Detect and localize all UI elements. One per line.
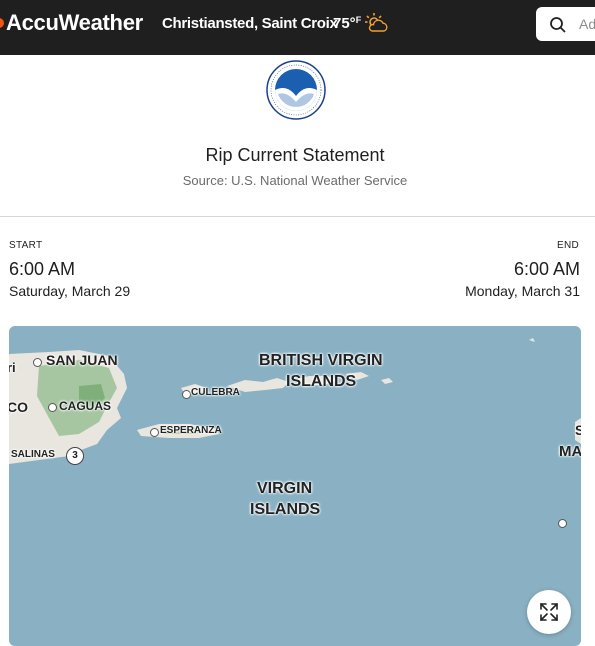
- map-label-edge-left: CO: [9, 399, 28, 415]
- map-label-esperanza: ESPERANZA: [160, 425, 222, 436]
- current-temperature[interactable]: 75°F: [333, 15, 361, 32]
- map-label-bvi-line1: BRITISH VIRGIN: [259, 352, 383, 369]
- start-label: START: [9, 240, 43, 251]
- map-label-culebra: CULEBRA: [191, 387, 240, 398]
- map-marker-culebra: [182, 390, 191, 399]
- map-marker-caguas: [48, 403, 57, 412]
- alert-map[interactable]: ri SAN JUAN CO CAGUAS SALINAS 3 CULEBRA …: [9, 326, 581, 646]
- accuweather-logo-icon[interactable]: [0, 18, 4, 28]
- start-time: 6:00 AM: [9, 259, 76, 279]
- top-navigation-bar: AccuWeather Christiansted, Saint Croix 7…: [0, 0, 595, 55]
- end-time: 6:00 AM: [513, 259, 580, 279]
- alert-title: Rip Current Statement: [205, 145, 385, 165]
- expand-map-button[interactable]: [527, 590, 571, 634]
- map-label-caguas: CAGUAS: [59, 399, 112, 413]
- map-marker-esperanza: [150, 428, 159, 437]
- alert-source: Source: U.S. National Weather Service: [182, 173, 408, 188]
- noaa-logo: [266, 60, 326, 120]
- map-label-edge-right-top: S: [575, 422, 581, 438]
- map-label-san-juan: SAN JUAN: [46, 352, 118, 368]
- map-label-salinas: SALINAS: [11, 449, 55, 460]
- map-marker-island: [558, 519, 567, 528]
- brand-logo-text[interactable]: AccuWeather: [6, 10, 143, 36]
- map-label-edge-right: MA: [559, 443, 581, 460]
- search-icon: [550, 17, 566, 33]
- map-label-bvi-line2: ISLANDS: [286, 373, 357, 390]
- map-marker-san-juan: [33, 358, 42, 367]
- map-label-edge-left-top: ri: [9, 360, 16, 375]
- end-date: Monday, March 31: [465, 283, 580, 299]
- end-label: END: [556, 240, 579, 251]
- search-input[interactable]: Ad: [579, 16, 595, 32]
- map-label-vi-line1: VIRGIN: [257, 480, 313, 497]
- current-location[interactable]: Christiansted, Saint Croix: [162, 15, 338, 32]
- expand-icon: [540, 603, 558, 621]
- route-marker: 3: [66, 447, 84, 465]
- search-box[interactable]: Ad: [536, 7, 595, 41]
- start-date: Saturday, March 29: [9, 283, 131, 299]
- section-divider: [0, 216, 595, 217]
- map-label-vi-line2: ISLANDS: [250, 501, 321, 518]
- partly-sunny-icon[interactable]: [364, 11, 390, 37]
